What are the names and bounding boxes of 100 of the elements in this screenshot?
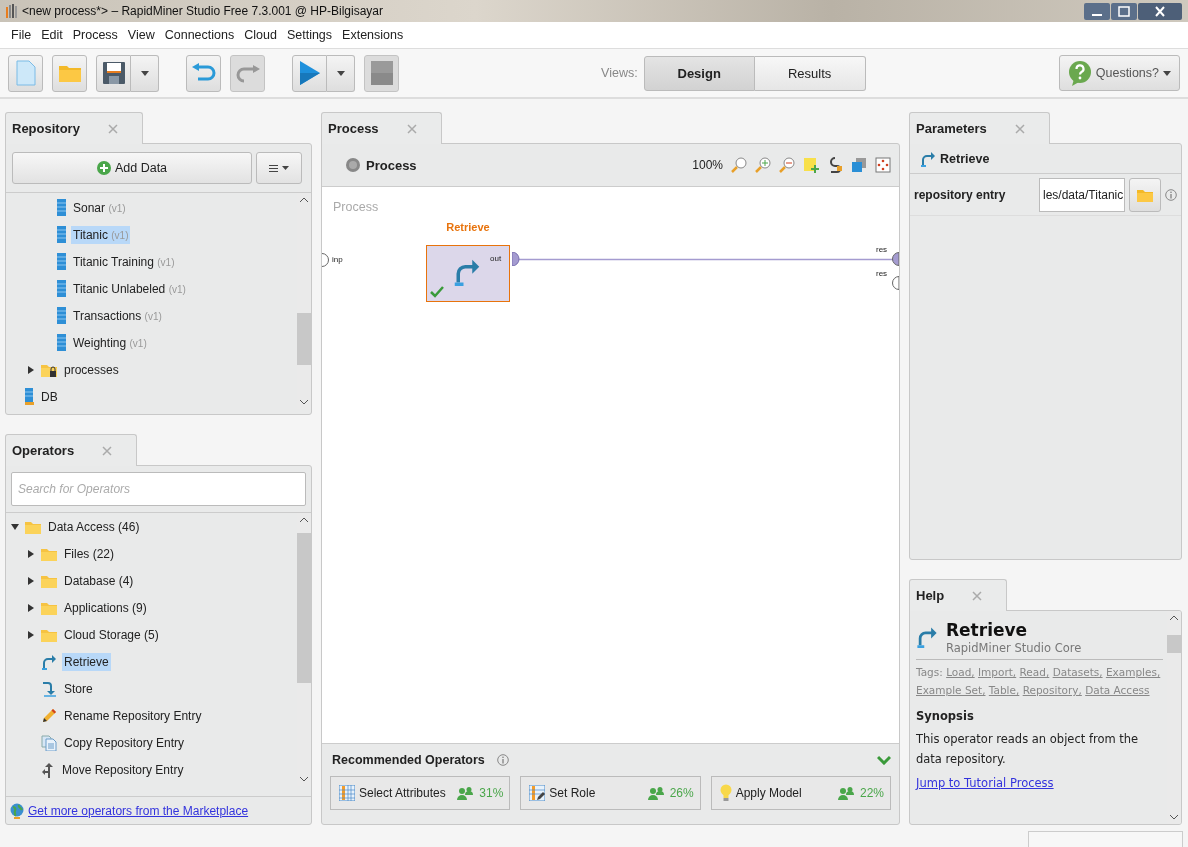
undo-button[interactable] [186,54,221,92]
scrollbar[interactable] [1167,611,1181,824]
layers-icon[interactable] [851,157,867,173]
dropdown-button[interactable] [327,54,355,92]
add-data-button[interactable]: Add Data [12,152,252,184]
browse-button[interactable] [1129,177,1161,212]
zoom-reset-icon[interactable] [731,157,747,173]
fit-frame-icon[interactable] [875,157,891,173]
operator-item[interactable]: Retrieve [62,652,111,671]
zoom-in-icon[interactable] [755,157,771,173]
recommended-operator[interactable]: Apply Model 22% [710,776,891,810]
light-bulb-icon [719,784,732,802]
operator-item[interactable]: Data Access (46) [46,517,142,536]
operator-item[interactable]: Move Repository Entry [60,760,186,779]
caret-icon [282,166,289,170]
users-icon [837,786,856,800]
repository-entry[interactable]: DB [39,387,60,406]
help-subtitle: RapidMiner Studio Core [946,641,1082,655]
folder-icon [41,627,57,642]
maximize-button[interactable] [1111,2,1137,20]
panel-tab[interactable]: Parameters [909,112,1050,144]
repository-entry[interactable]: Weighting (v1) [71,333,149,352]
recommended-operator[interactable]: Select Attributes 31% [330,776,511,810]
expand-triangle-icon[interactable] [27,603,35,612]
expand-triangle-icon[interactable] [27,365,35,374]
menu-item[interactable]: Extensions [342,28,404,42]
panel-tab[interactable]: Process [321,112,442,144]
menu-item[interactable]: File [11,28,32,42]
port-label: out [490,254,502,263]
menu-button[interactable] [256,152,302,184]
help-title: Retrieve [946,619,1029,641]
menu-item[interactable]: Cloud [244,28,277,42]
search-field[interactable]: Search for Operators [11,472,306,506]
run-button[interactable] [292,54,327,92]
repository-entry[interactable]: Transactions (v1) [71,306,164,325]
menu-item[interactable]: Process [72,28,118,42]
dataset-icon [57,307,66,324]
operator-item[interactable]: Rename Repository Entry [62,706,204,725]
expand-triangle-icon[interactable] [27,549,35,558]
panel-tab[interactable]: Help [909,579,1008,611]
view-tab[interactable]: Design [643,55,755,91]
result-port[interactable] [891,276,899,290]
close-icon[interactable] [102,445,113,456]
repository-entry[interactable]: Titanic Training (v1) [71,252,177,271]
operator-name: Retrieve [445,221,491,233]
view-tab[interactable]: Results [754,55,866,91]
new-button[interactable] [8,54,43,92]
repository-entry-field[interactable]: les/data/Titanic [1039,177,1125,212]
retrieve-icon [916,626,938,648]
recommended-operator[interactable]: Set Role 26% [520,776,701,810]
close-icon[interactable] [1014,123,1025,134]
close-icon[interactable] [406,123,417,134]
save-button[interactable] [96,54,131,92]
questions-button[interactable]: Questions? [1058,55,1180,91]
port-label: res [876,245,888,254]
info-icon [1165,188,1177,201]
parameter-label: repository entry [914,187,1007,202]
repository-entry[interactable]: Titanic Unlabeled (v1) [71,279,188,298]
zoom-out-icon[interactable] [779,157,795,173]
operator-item[interactable]: Copy Repository Entry [62,733,187,752]
pencil-icon [41,707,57,724]
operator-item[interactable]: Cloud Storage (5) [62,625,161,644]
output-port[interactable] [511,252,520,266]
marketplace-link[interactable]: Get more operators from the Marketplace [28,803,249,818]
repository-entry[interactable]: processes [62,360,121,379]
stop-icon [370,61,393,85]
process-icon [346,158,360,172]
menu-item[interactable]: Connections [164,28,235,42]
input-port[interactable] [322,253,330,267]
close-icon[interactable] [972,590,983,601]
repository-entry[interactable]: Titanic (v1) [71,225,131,244]
menu-item[interactable]: View [127,28,155,42]
plug-icon[interactable] [827,157,843,173]
operator-item[interactable]: Files (22) [62,544,116,563]
retrieve-operator[interactable] [426,245,510,302]
store-icon [41,680,57,697]
expand-triangle-icon[interactable] [27,576,35,585]
close-icon[interactable] [107,123,118,134]
breadcrumb[interactable]: Process [366,157,417,173]
add-note-icon[interactable] [803,157,819,173]
result-port[interactable] [891,252,899,266]
folder-icon [25,519,41,534]
menu-item[interactable]: Edit [41,28,63,42]
operator-item[interactable]: Database (4) [62,571,136,590]
panel-tab[interactable]: Repository [5,112,143,144]
collapse-chevron-icon[interactable] [877,755,891,765]
panel-tab[interactable]: Operators [5,434,138,466]
close-button[interactable] [1138,2,1182,20]
expand-triangle-icon[interactable] [27,630,35,639]
open-button[interactable] [52,54,87,92]
operator-item[interactable]: Store [62,679,95,698]
synopsis-heading: Synopsis [916,709,975,723]
locked-folder-icon [41,362,57,377]
collapse-triangle-icon[interactable] [11,522,19,531]
menu-item[interactable]: Settings [286,28,333,42]
repository-entry[interactable]: Sonar (v1) [71,198,128,217]
minimize-button[interactable] [1084,2,1110,20]
database-icon [25,388,34,405]
tutorial-link[interactable]: Jump to Tutorial Process [916,776,1054,790]
operator-item[interactable]: Applications (9) [62,598,149,617]
